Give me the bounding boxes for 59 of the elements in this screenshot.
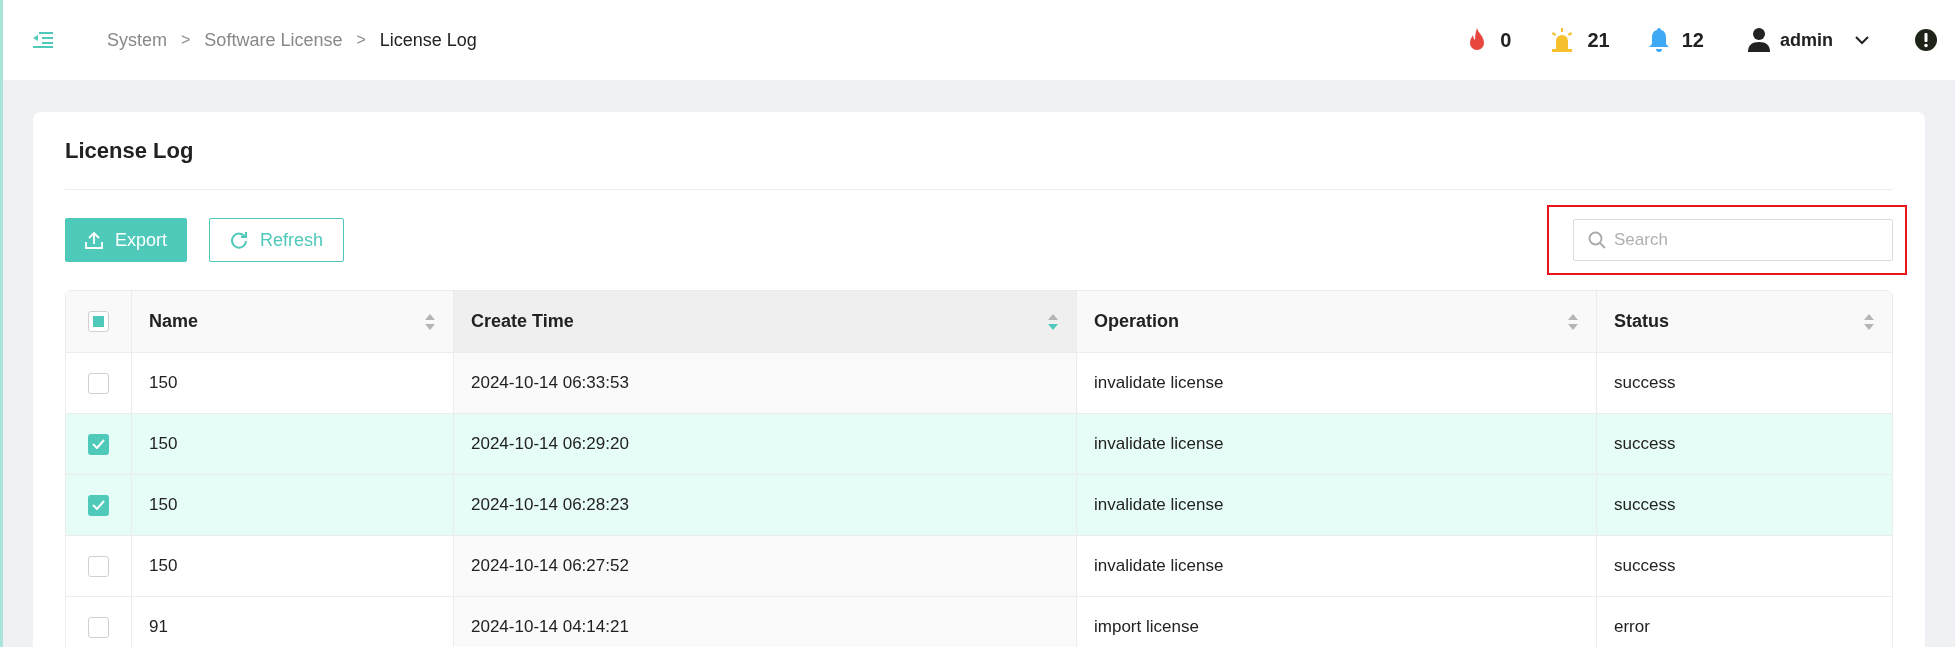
counter-value[interactable]: 12 — [1681, 25, 1704, 55]
table-cell-text: invalidate license — [1094, 555, 1224, 578]
table-cell-text: import license — [1094, 616, 1199, 639]
sort-icon[interactable] — [1047, 312, 1059, 331]
checkbox[interactable] — [88, 555, 109, 577]
alert-icon[interactable] — [1915, 29, 1937, 51]
counter-value[interactable]: 0 — [1500, 25, 1512, 55]
search-field[interactable]: Search — [1573, 219, 1893, 261]
sort-icon[interactable] — [1863, 312, 1875, 331]
checkmark-icon — [92, 439, 105, 449]
refresh-icon — [230, 231, 249, 249]
user-icon — [1748, 28, 1770, 52]
table-cell-text: success — [1614, 555, 1676, 578]
user-name[interactable]: admin — [1780, 26, 1833, 54]
table-cell-text: invalidate license — [1094, 494, 1224, 517]
checkbox[interactable] — [88, 494, 109, 516]
table-cell-text: error — [1614, 616, 1650, 639]
table-cell-text: invalidate license — [1094, 433, 1224, 456]
page-title: License Log — [65, 137, 194, 165]
sort-icon[interactable] — [424, 312, 436, 331]
table-cell-text: 2024-10-14 06:33:53 — [471, 372, 629, 395]
table-row[interactable]: 150 2024-10-14 06:29:20 invalidate license success — [66, 414, 1892, 475]
table-cell-text: success — [1614, 494, 1676, 517]
table-cell-text: 150 — [149, 433, 178, 456]
counter-value[interactable]: 21 — [1587, 25, 1610, 55]
checkmark-icon — [92, 500, 105, 510]
upload-icon — [85, 231, 103, 249]
checkbox[interactable] — [88, 311, 109, 332]
table-cell-text: success — [1614, 433, 1676, 456]
breadcrumb-separator: > — [181, 30, 191, 50]
checkbox[interactable] — [88, 616, 109, 638]
chevron-down-icon[interactable] — [1855, 35, 1869, 45]
table-cell-text: 2024-10-14 06:29:20 — [471, 433, 629, 456]
checkbox[interactable] — [88, 372, 109, 394]
table-cell-text: 2024-10-14 06:27:52 — [471, 555, 629, 578]
breadcrumb-item[interactable]: System — [107, 26, 167, 54]
table-cell-text: 150 — [149, 555, 178, 578]
sort-icon[interactable] — [1567, 312, 1579, 331]
table-cell-text: 2024-10-14 04:14:21 — [471, 616, 629, 639]
table-cell-text: invalidate license — [1094, 372, 1224, 395]
table-row[interactable]: 150 2024-10-14 06:28:23 invalidate license success — [66, 475, 1892, 536]
table-cell-text: 150 — [149, 372, 178, 395]
table-cell-text: 150 — [149, 494, 178, 517]
table-cell-text: 91 — [149, 616, 168, 639]
column-header[interactable]: Create Time — [454, 291, 1077, 352]
menu-icon[interactable] — [33, 31, 53, 49]
search-icon — [1588, 231, 1606, 249]
breadcrumb-item: License Log — [379, 28, 477, 52]
search-input[interactable]: Search — [1614, 227, 1878, 253]
table-cell-text: 2024-10-14 06:28:23 — [471, 494, 629, 517]
checkbox[interactable] — [88, 433, 109, 455]
breadcrumb-separator: > — [356, 30, 366, 50]
column-header[interactable]: Status — [1597, 291, 1892, 352]
bell-icon — [1647, 27, 1670, 53]
breadcrumb-item[interactable]: Software License — [204, 26, 343, 54]
table-row[interactable]: 150 2024-10-14 06:27:52 invalidate license success — [66, 536, 1892, 597]
table-cell-text: success — [1614, 372, 1676, 395]
table-row[interactable]: 150 2024-10-14 06:33:53 invalidate license success — [66, 353, 1892, 414]
column-header[interactable]: Operation — [1077, 291, 1597, 352]
